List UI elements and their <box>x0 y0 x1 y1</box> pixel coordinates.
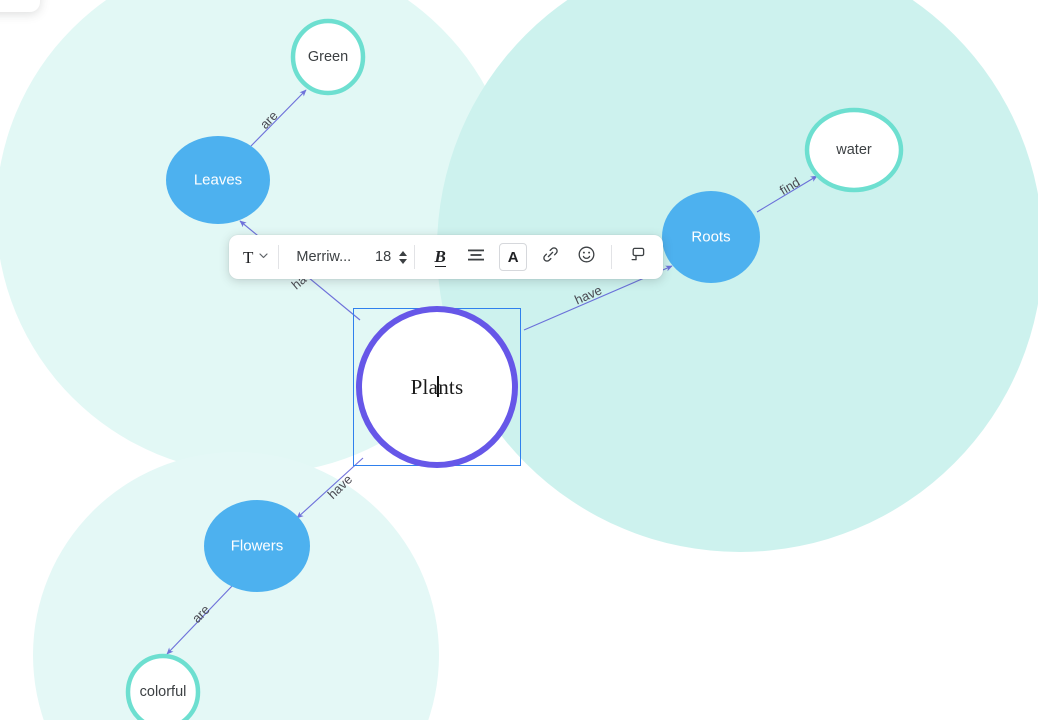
node-label: water <box>835 142 872 158</box>
font-size-stepper[interactable]: 18 <box>373 242 408 272</box>
node-flowers[interactable]: Flowers <box>204 500 310 592</box>
edge-roots-water[interactable]: find <box>756 174 818 213</box>
text-style-icon: T <box>243 247 254 267</box>
bold-icon: B <box>434 246 446 267</box>
edge-label: are <box>257 108 281 132</box>
toolbar-divider-3 <box>611 245 613 269</box>
font-size-spinner[interactable] <box>399 250 408 264</box>
node-label: Flowers <box>231 538 284 555</box>
node-label: Green <box>308 49 348 65</box>
comment-button[interactable] <box>622 242 652 272</box>
emoji-button[interactable] <box>571 242 601 272</box>
text-format-toolbar[interactable]: T Merriw... 18 B A <box>229 235 664 279</box>
font-size-value[interactable]: 18 <box>373 249 391 265</box>
toolbar-divider-1 <box>278 245 280 269</box>
panel-corner[interactable] <box>0 0 40 12</box>
link-button[interactable] <box>535 242 565 272</box>
node-label: Roots <box>691 229 730 246</box>
spinner-up-icon[interactable] <box>399 250 408 256</box>
comment-icon <box>628 245 647 269</box>
mind-map-app: arehavehavefindhaveare GreenLeaveswaterR… <box>0 0 1038 720</box>
node-green[interactable]: Green <box>290 18 366 96</box>
text-color-icon: A <box>507 248 519 266</box>
node-plants-label-after: nts <box>438 374 464 399</box>
node-colorful[interactable]: colorful <box>125 653 201 720</box>
align-center-icon <box>467 248 485 267</box>
node-label: colorful <box>140 684 187 700</box>
text-caret <box>437 375 439 397</box>
edge-flowers-colorful[interactable]: are <box>166 584 234 655</box>
text-color-button[interactable]: A <box>499 243 528 271</box>
edge-label: have <box>572 282 604 307</box>
edge-leaves-green[interactable]: are <box>250 89 307 147</box>
toolbar-divider-2 <box>414 245 416 269</box>
edge-plants-flowers[interactable]: have <box>296 457 364 519</box>
node-leaves[interactable]: Leaves <box>166 136 270 224</box>
node-roots[interactable]: Roots <box>662 191 760 283</box>
spinner-down-icon[interactable] <box>399 258 408 264</box>
bold-button[interactable]: B <box>425 242 455 272</box>
font-family-select[interactable]: Merriw... <box>286 242 357 272</box>
link-icon <box>541 245 560 269</box>
align-center-button[interactable] <box>461 242 491 272</box>
node-water[interactable]: water <box>804 107 904 193</box>
edge-label: find <box>777 174 803 198</box>
node-label: Leaves <box>194 172 242 189</box>
edge-label: have <box>325 472 356 502</box>
emoji-icon <box>577 245 596 269</box>
node-plants[interactable]: Pla nts <box>353 306 521 468</box>
text-style-dropdown[interactable]: T <box>237 242 271 272</box>
node-plants-label[interactable]: Pla nts <box>353 308 521 466</box>
chevron-down-icon <box>258 248 269 266</box>
node-plants-label-before: Pla <box>410 374 439 399</box>
edge-label: are <box>189 602 213 626</box>
